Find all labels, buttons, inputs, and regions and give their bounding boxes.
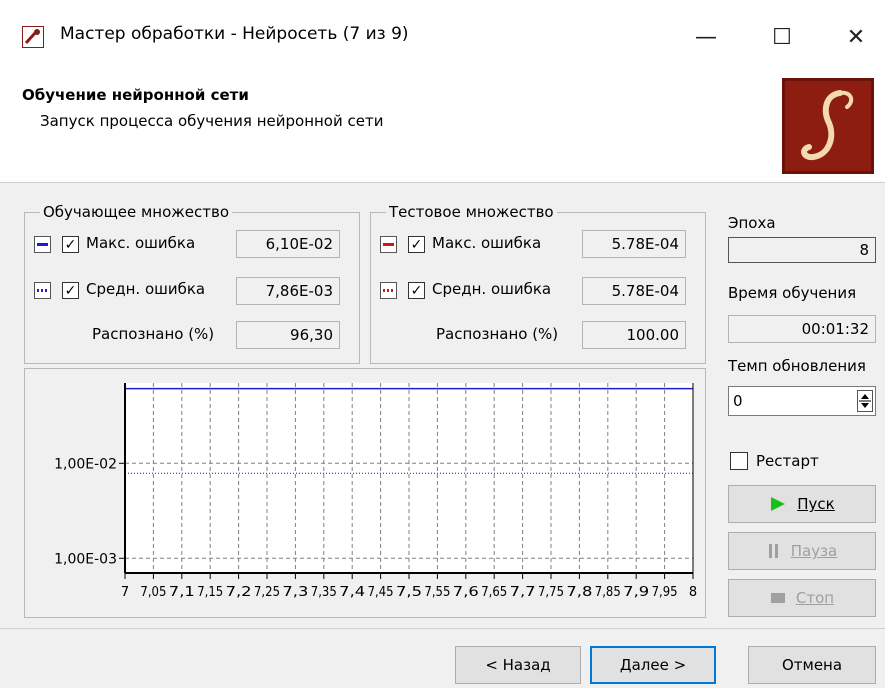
next-button-label: Далее > <box>619 656 687 674</box>
chart-y-tick-label: 1,00E-03 <box>54 551 117 567</box>
back-button[interactable]: < Назад <box>455 646 581 684</box>
pause-button-label: Пауза <box>790 542 838 560</box>
train-time-label: Время обучения <box>728 284 857 302</box>
minimize-icon: — <box>695 24 717 50</box>
chart-x-tick-label: 8 <box>689 585 697 600</box>
window-title: Мастер обработки - Нейросеть (7 из 9) <box>60 24 409 44</box>
chart-x-tick-label: 7,4 <box>339 585 365 600</box>
chart-x-tick-label: 7,15 <box>197 585 223 600</box>
check-icon: ✓ <box>410 282 423 299</box>
test-avg-checkbox[interactable]: ✓ <box>408 282 425 299</box>
next-button[interactable]: Далее > <box>590 646 716 684</box>
test-max-value: 5.78E-04 <box>582 230 686 258</box>
close-icon: ✕ <box>846 24 866 50</box>
test-max-label: Макс. ошибка <box>432 234 542 252</box>
start-button[interactable]: Пуск <box>728 485 876 523</box>
product-logo <box>782 78 874 174</box>
footer-separator <box>0 628 885 629</box>
test-recognized-value: 100.00 <box>582 321 686 349</box>
chart-x-tick-label: 7,05 <box>140 585 166 600</box>
error-chart: 1,00E-02 1,00E-03 7 7,05 7,1 7,15 7,2 7,25 7,3 7,… <box>24 368 706 618</box>
epoch-value: 8 <box>728 237 876 263</box>
chart-x-tick-label: 7,5 <box>396 585 422 600</box>
chart-x-tick-label: 7,8 <box>566 585 592 600</box>
chart-x-tick-label: 7,55 <box>424 585 450 600</box>
logo-icon <box>801 90 854 161</box>
test-avg-label: Средн. ошибка <box>432 280 552 298</box>
train-recognized-value: 96,30 <box>236 321 340 349</box>
minimize-button[interactable]: — <box>676 14 736 60</box>
spinner-arrows[interactable] <box>857 390 873 412</box>
train-avg-value: 7,86E-03 <box>236 277 340 305</box>
spinner-arrows-icon <box>859 394 871 408</box>
error-chart-svg: 1,00E-021,00E-037 7,05 7,1 7,15 7,2 7,25 7,3 7,… <box>54 383 697 600</box>
cancel-button[interactable]: Отмена <box>748 646 876 684</box>
train-recognized-label: Распознано (%) <box>92 325 215 343</box>
train-max-value: 6,10E-02 <box>236 230 340 258</box>
play-icon <box>771 497 786 511</box>
chart-x-tick-label: 7,95 <box>652 585 678 600</box>
test-recognized-label: Распознано (%) <box>436 325 559 343</box>
restart-label: Рестарт <box>756 452 819 470</box>
chart-x-tick-label: 7,3 <box>282 585 308 600</box>
maximize-button[interactable]: ☐ <box>752 14 812 60</box>
app-icon <box>22 26 44 48</box>
chart-x-tick-label: 7,75 <box>538 585 564 600</box>
pipe-icon <box>24 29 40 45</box>
stop-button-label: Стоп <box>795 589 835 607</box>
chart-x-tick-label: 7,25 <box>254 585 280 600</box>
train-set-label: Обучающее множество <box>40 203 233 221</box>
start-button-label: Пуск <box>797 495 835 513</box>
epoch-label: Эпоха <box>728 214 776 232</box>
close-button[interactable]: ✕ <box>826 14 885 60</box>
update-rate-label: Темп обновления <box>728 357 866 375</box>
check-icon: ✓ <box>64 236 77 253</box>
train-avg-checkbox[interactable]: ✓ <box>62 282 79 299</box>
pause-button[interactable]: Пауза <box>728 532 876 570</box>
test-max-legend-icon <box>380 236 397 253</box>
chart-x-tick-label: 7,65 <box>481 585 507 600</box>
cancel-button-label: Отмена <box>781 656 843 674</box>
train-avg-label: Средн. ошибка <box>86 280 206 298</box>
train-avg-legend-icon <box>34 282 51 299</box>
stop-button[interactable]: Стоп <box>728 579 876 617</box>
chart-x-tick-label: 7,35 <box>311 585 337 600</box>
chart-x-tick-label: 7,1 <box>169 585 195 600</box>
update-rate-spinner[interactable]: 0 <box>728 386 876 416</box>
chart-x-tick-label: 7,85 <box>595 585 621 600</box>
chart-y-tick-label: 1,00E-02 <box>54 456 117 472</box>
test-avg-value: 5.78E-04 <box>582 277 686 305</box>
chart-x-tick-label: 7,2 <box>226 585 252 600</box>
restart-checkbox[interactable] <box>730 452 748 470</box>
chart-x-tick-label: 7,6 <box>453 585 479 600</box>
chart-x-tick-label: 7,9 <box>623 585 649 600</box>
chart-x-tick-label: 7,7 <box>510 585 536 600</box>
page-subtitle: Запуск процесса обучения нейронной сети <box>40 112 384 130</box>
check-icon: ✓ <box>64 282 77 299</box>
check-icon: ✓ <box>410 236 423 253</box>
maximize-icon: ☐ <box>772 24 792 50</box>
chart-x-tick-label: 7,45 <box>368 585 394 600</box>
train-max-checkbox[interactable]: ✓ <box>62 236 79 253</box>
test-avg-legend-icon <box>380 282 397 299</box>
test-set-label: Тестовое множество <box>386 203 557 221</box>
pause-icon <box>768 544 778 558</box>
train-time-value: 00:01:32 <box>728 315 876 343</box>
test-max-checkbox[interactable]: ✓ <box>408 236 425 253</box>
train-max-label: Макс. ошибка <box>86 234 196 252</box>
stop-icon <box>770 593 785 603</box>
back-button-label: < Назад <box>485 656 551 674</box>
page-title: Обучение нейронной сети <box>22 86 249 104</box>
update-rate-input[interactable]: 0 <box>733 392 743 410</box>
train-max-legend-icon <box>34 236 51 253</box>
chart-x-tick-label: 7 <box>121 585 129 600</box>
